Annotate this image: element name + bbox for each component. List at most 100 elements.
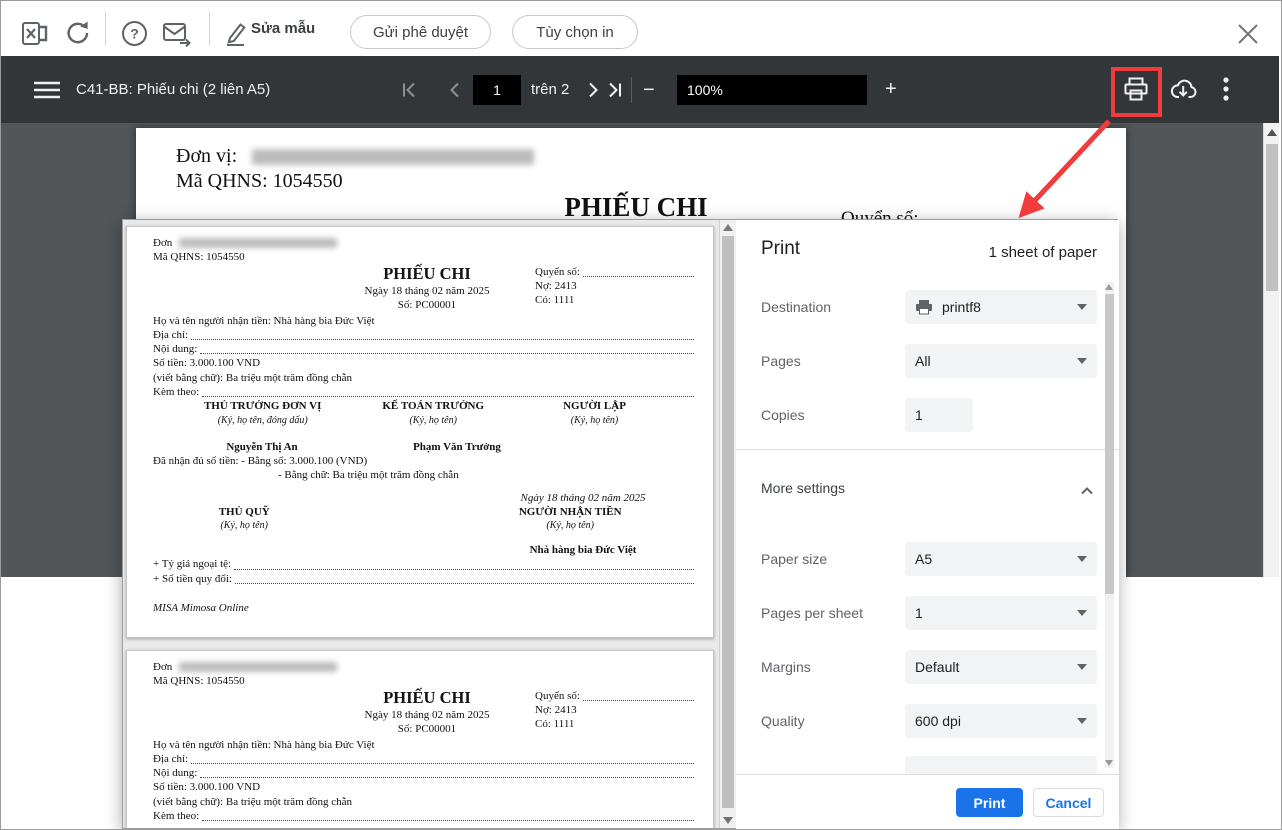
- download-icon[interactable]: [1168, 76, 1198, 108]
- print-dialog: Đơn Mã QHNS: 1054550 PHIẾU CHI Ngày 18 t…: [122, 219, 1118, 829]
- document-title: C41-BB: Phiếu chi (2 liên A5): [76, 81, 270, 98]
- sig-receiver-title: NGƯỜI NHẬN TIỀN: [445, 505, 695, 519]
- zoom-out-icon[interactable]: −: [643, 79, 655, 102]
- receipt-fx-amount-label: + Số tiền quy đổi:: [153, 572, 232, 586]
- chevron-down-icon: [1077, 556, 1087, 562]
- receipt-received-words: - Bằng chữ: Ba triệu một trăm đồng chẵn: [278, 468, 695, 482]
- pages-label: Pages: [761, 353, 801, 369]
- receipt-qhns: Mã QHNS: 1054550: [153, 250, 695, 264]
- preview-scrollbar-thumb[interactable]: [722, 236, 734, 808]
- margins-select[interactable]: Default: [905, 650, 1097, 684]
- print-preview-pane: Đơn Mã QHNS: 1054550 PHIẾU CHI Ngày 18 t…: [123, 220, 719, 828]
- destination-select[interactable]: printf8: [905, 290, 1097, 324]
- signed-name-right: Phạm Văn Trưởng: [371, 440, 543, 454]
- scroll-up-icon[interactable]: [1267, 129, 1277, 136]
- margins-label: Margins: [761, 659, 811, 675]
- receipt-credit: Có: 1111: [535, 717, 695, 731]
- close-icon[interactable]: [1234, 20, 1262, 53]
- bg-unit-label: Đơn vị:: [176, 145, 237, 167]
- destination-value: printf8: [942, 299, 981, 315]
- receipt-amount-words: (viết bằng chữ): Ba triệu một trăm đồng …: [153, 371, 695, 385]
- redacted-company-name: [252, 149, 534, 165]
- print-settings-panel: Print 1 sheet of paper Destination print…: [736, 220, 1119, 828]
- receipt-attached-label: Kèm theo:: [153, 809, 199, 823]
- receipt-amount: Số tiền: 3.000.100 VND: [153, 780, 695, 794]
- sig-preparer-title: NGƯỜI LẬP: [494, 399, 695, 413]
- help-icon[interactable]: ?: [121, 20, 148, 52]
- print-options-button[interactable]: Tùy chọn in: [512, 15, 638, 49]
- print-dialog-title: Print: [761, 238, 800, 260]
- paper-size-value: A5: [915, 551, 932, 567]
- sig-accountant-sub: (Ký, họ tên): [372, 414, 494, 427]
- viewer-scrollbar[interactable]: [1263, 123, 1279, 577]
- viewer-scrollbar-thumb[interactable]: [1266, 144, 1278, 291]
- printer-icon: [915, 299, 933, 315]
- section-divider: [736, 449, 1119, 450]
- scroll-down-icon[interactable]: [1105, 760, 1113, 766]
- receipt-credit: Có: 1111: [535, 293, 695, 307]
- quality-label: Quality: [761, 713, 805, 729]
- paper-size-select[interactable]: A5: [905, 542, 1097, 576]
- sig-preparer-sub: (Ký, họ tên): [494, 414, 695, 427]
- dialog-footer: Print Cancel: [736, 774, 1119, 830]
- next-page-icon[interactable]: [583, 80, 603, 105]
- pages-per-sheet-value: 1: [915, 605, 923, 621]
- sig-accountant-title: KẾ TOÁN TRƯỞNG: [372, 399, 494, 413]
- top-toolbar: ? Sửa mẫu Gửi phê duyệt Tùy chọn in: [1, 1, 1282, 56]
- toolbar-separator: [209, 12, 210, 46]
- first-page-icon[interactable]: [399, 80, 419, 105]
- receipt-content-label: Nội dung:: [153, 342, 197, 356]
- page-number-input[interactable]: 1: [473, 75, 521, 105]
- settings-scrollbar[interactable]: [1105, 282, 1114, 768]
- app-window: ? Sửa mẫu Gửi phê duyệt Tùy chọn in: [0, 0, 1282, 830]
- toolbar-separator: [631, 77, 632, 103]
- receipt-unit-prefix: Đơn: [153, 237, 172, 249]
- chevron-down-icon: [1077, 664, 1087, 670]
- receipt-address-label: Địa chỉ:: [153, 752, 188, 766]
- scroll-up-icon[interactable]: [723, 224, 733, 231]
- sig-receiver-sub: (Ký, họ tên): [445, 519, 695, 532]
- sig-director-sub: (Ký, họ tên, đóng dấu): [153, 414, 372, 427]
- receipt-amount: Số tiền: 3.000.100 VND: [153, 356, 695, 370]
- scroll-up-icon[interactable]: [1105, 284, 1113, 290]
- paper-size-label: Paper size: [761, 551, 827, 567]
- receipt-qhns: Mã QHNS: 1054550: [153, 674, 695, 688]
- receipt-attached-label: Kèm theo:: [153, 385, 199, 399]
- bg-qhns-line: Mã QHNS: 1054550: [176, 169, 1126, 194]
- margins-value: Default: [915, 659, 959, 675]
- menu-icon[interactable]: [34, 81, 60, 104]
- pages-value: All: [915, 353, 931, 369]
- chevron-up-icon[interactable]: [1080, 482, 1094, 500]
- chevron-down-icon: [1077, 358, 1087, 364]
- clipped-setting-select[interactable]: [905, 756, 1097, 774]
- refresh-icon[interactable]: [64, 19, 92, 52]
- preview-page-2: Đơn Mã QHNS: 1054550 PHIẾU CHI Ngày 18 t…: [126, 650, 714, 828]
- zoom-in-icon[interactable]: +: [885, 78, 897, 101]
- settings-scrollbar-thumb[interactable]: [1105, 294, 1114, 594]
- export-excel-icon[interactable]: [21, 21, 48, 51]
- preview-scrollbar[interactable]: [719, 220, 736, 828]
- send-approval-button[interactable]: Gửi phê duyệt: [350, 15, 491, 49]
- edit-pencil-icon[interactable]: [223, 19, 249, 52]
- pages-per-sheet-select[interactable]: 1: [905, 596, 1097, 630]
- copies-value: 1: [915, 407, 923, 423]
- pages-select[interactable]: All: [905, 344, 1097, 378]
- send-email-icon[interactable]: [162, 22, 192, 52]
- redacted-company-name: [179, 662, 337, 672]
- scroll-down-icon[interactable]: [723, 817, 733, 824]
- more-settings-toggle[interactable]: More settings: [761, 480, 845, 496]
- receipt-address-label: Địa chỉ:: [153, 328, 188, 342]
- last-page-icon[interactable]: [605, 80, 625, 105]
- edit-template-label[interactable]: Sửa mẫu: [251, 20, 315, 37]
- svg-text:?: ?: [130, 26, 139, 42]
- print-button[interactable]: Print: [956, 788, 1023, 817]
- quality-select[interactable]: 600 dpi: [905, 704, 1097, 738]
- receipt-debit: Nợ: 2413: [535, 703, 695, 717]
- more-vertical-icon[interactable]: [1223, 77, 1229, 106]
- zoom-level-input[interactable]: 100%: [677, 75, 867, 105]
- receipt-amount-words: (viết bằng chữ): Ba triệu một trăm đồng …: [153, 795, 695, 809]
- pdf-viewer-toolbar: C41-BB: Phiếu chi (2 liên A5) 1 trên 2 −…: [1, 56, 1279, 123]
- copies-input[interactable]: 1: [905, 398, 973, 432]
- cancel-button[interactable]: Cancel: [1033, 788, 1104, 817]
- prev-page-icon[interactable]: [445, 80, 465, 105]
